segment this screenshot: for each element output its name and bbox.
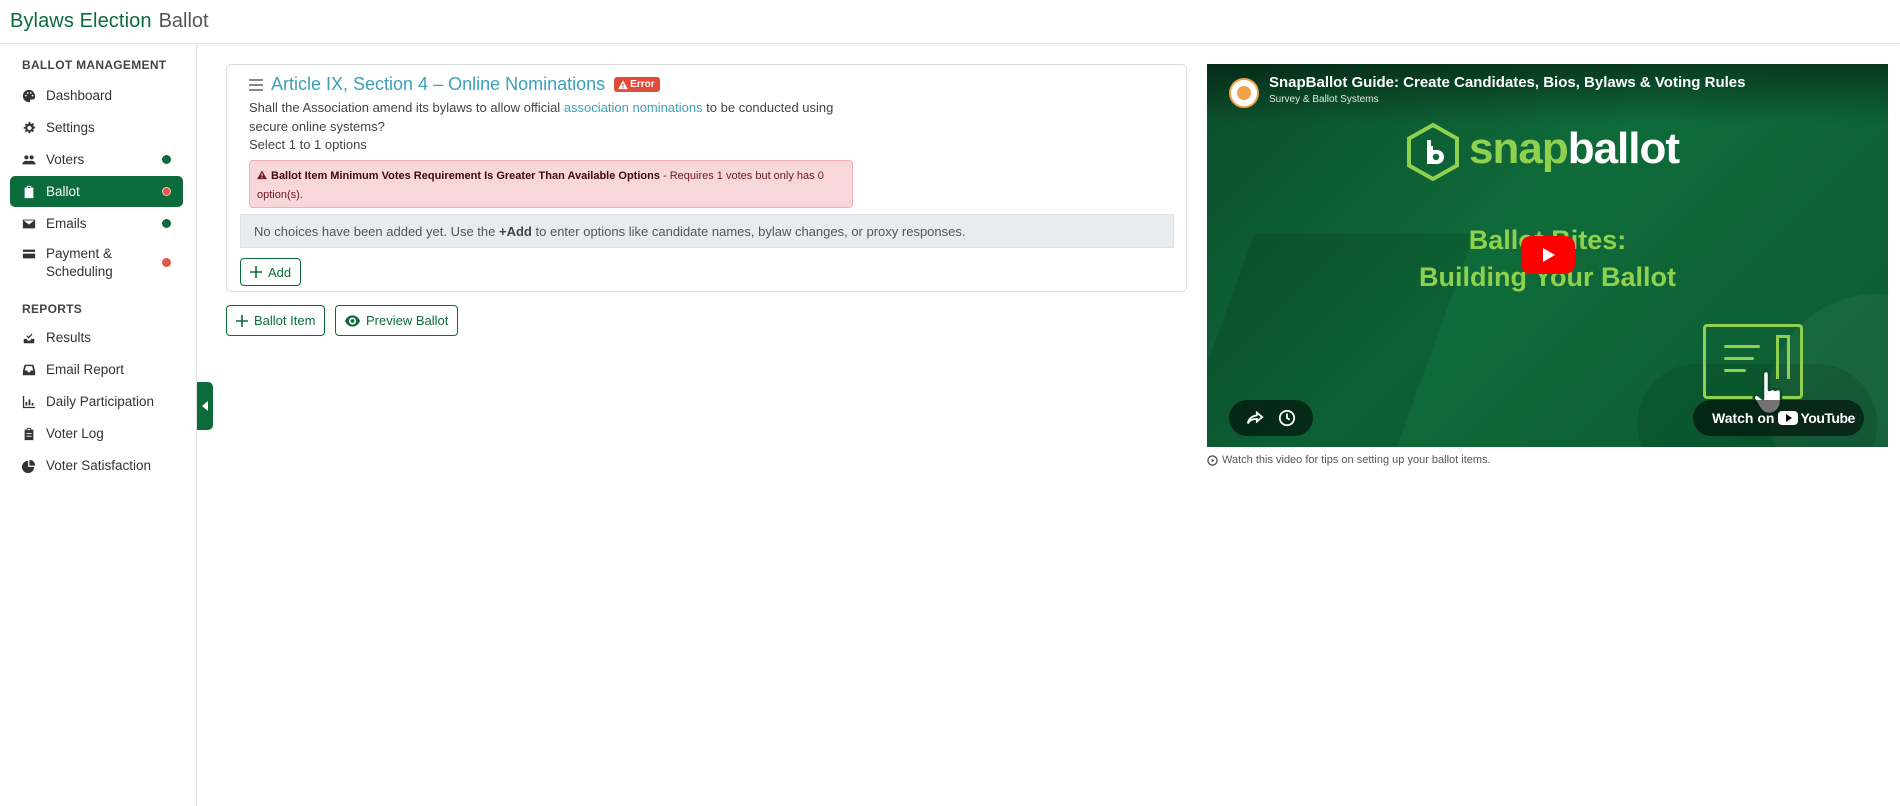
- sidebar-item-label: Daily Participation: [46, 394, 155, 409]
- plus-icon: [250, 266, 262, 278]
- sidebar-item-voter-satisfaction[interactable]: Voter Satisfaction: [10, 450, 183, 481]
- section-heading-reports: REPORTS: [22, 302, 83, 316]
- wordmark-snap: snap: [1469, 124, 1569, 173]
- sidebar-item-email-report[interactable]: Email Report: [10, 354, 183, 385]
- election-name[interactable]: Bylaws Election: [10, 10, 152, 33]
- plus-icon: [236, 314, 248, 327]
- empty-text-end: to enter options like candidate names, b…: [535, 223, 966, 239]
- question-link[interactable]: association nominations: [564, 100, 703, 115]
- eye-icon: [345, 314, 360, 327]
- inbox-check-icon: [22, 331, 36, 345]
- add-ballot-item-label: Ballot Item: [254, 313, 316, 328]
- caret-left-icon: [202, 401, 208, 411]
- watch-on-label: Watch on: [1712, 410, 1775, 426]
- gear-icon: [22, 121, 36, 135]
- snapballot-logo-icon: [1407, 122, 1459, 182]
- inbox-icon: [22, 363, 36, 377]
- youtube-logo-icon: YouTube: [1778, 410, 1855, 426]
- sidebar-item-label: Ballot: [46, 184, 80, 199]
- page-title: Ballot: [158, 10, 209, 32]
- add-option-button[interactable]: Add: [240, 258, 302, 286]
- selection-rule: Select 1 to 1 options: [249, 137, 367, 152]
- status-dot-voters: [162, 155, 171, 164]
- error-badge-label: Error: [630, 79, 655, 90]
- ballot-item-header: Article IX, Section 4 – Online Nominatio…: [249, 74, 660, 95]
- sidebar-item-emails[interactable]: Emails: [10, 208, 183, 239]
- sidebar-item-payment-scheduling[interactable]: Payment & Scheduling: [10, 240, 183, 284]
- sidebar-collapse-toggle[interactable]: [197, 382, 213, 430]
- share-icon[interactable]: [1246, 409, 1264, 427]
- status-dot-payment: [162, 258, 171, 267]
- channel-avatar[interactable]: [1229, 78, 1259, 108]
- sidebar-item-results[interactable]: Results: [10, 322, 183, 353]
- sidebar-item-label: Emails: [46, 216, 87, 231]
- drag-handle-icon[interactable]: [249, 78, 263, 91]
- youtube-wordmark: YouTube: [1800, 410, 1855, 426]
- alert-title: Ballot Item Minimum Votes Requirement Is…: [271, 170, 660, 182]
- sidebar-item-label: Email Report: [46, 362, 125, 377]
- clipboard-list-icon: [22, 427, 36, 441]
- add-ballot-item-button[interactable]: Ballot Item: [226, 305, 326, 336]
- video-embed[interactable]: SnapBallot Guide: Create Candidates, Bio…: [1207, 64, 1888, 447]
- play-circle-icon: [1207, 454, 1218, 466]
- sidebar-item-settings[interactable]: Settings: [10, 112, 183, 143]
- sidebar-item-label: Voter Satisfaction: [46, 458, 152, 473]
- sidebar: BALLOT MANAGEMENT Dashboard Settings Vot…: [0, 44, 197, 806]
- video-channel[interactable]: Survey & Ballot Systems: [1269, 94, 1378, 105]
- empty-text-start: No choices have been added yet. Use the: [254, 223, 496, 239]
- bar-chart-icon: [22, 395, 36, 409]
- credit-card-icon: [22, 247, 36, 261]
- sidebar-item-label: Settings: [46, 120, 95, 135]
- watch-later-icon[interactable]: [1278, 409, 1296, 427]
- ballot-item-card: Article IX, Section 4 – Online Nominatio…: [226, 64, 1187, 292]
- error-badge: Error: [614, 77, 660, 92]
- sidebar-item-label: Payment & Scheduling: [46, 246, 113, 279]
- play-icon: [1543, 248, 1555, 262]
- envelope-icon: [22, 217, 36, 231]
- video-title[interactable]: SnapBallot Guide: Create Candidates, Bio…: [1269, 74, 1745, 91]
- sidebar-item-voters[interactable]: Voters: [10, 144, 183, 175]
- ballot-item-title[interactable]: Article IX, Section 4 – Online Nominatio…: [271, 74, 605, 95]
- preview-ballot-button[interactable]: Preview Ballot: [335, 305, 459, 336]
- warning-icon: [257, 170, 267, 180]
- section-heading-ballot-management: BALLOT MANAGEMENT: [22, 58, 167, 72]
- clipboard-icon: [22, 185, 36, 199]
- question-text-start: Shall the Association amend its bylaws t…: [249, 100, 564, 115]
- error-alert: Ballot Item Minimum Votes Requirement Is…: [249, 160, 853, 208]
- watch-on-youtube-button[interactable]: Watch on YouTube: [1693, 400, 1864, 436]
- empty-choices-notice: No choices have been added yet. Use the …: [240, 214, 1174, 248]
- add-option-label: Add: [268, 264, 292, 280]
- play-button[interactable]: [1521, 236, 1575, 274]
- sidebar-item-label: Results: [46, 330, 92, 345]
- empty-text-add: +Add: [499, 223, 532, 239]
- sidebar-item-label: Voters: [46, 152, 85, 167]
- ballot-question: Shall the Association amend its bylaws t…: [249, 98, 849, 136]
- preview-ballot-label: Preview Ballot: [366, 313, 449, 328]
- pie-chart-icon: [22, 459, 36, 473]
- video-caption: Watch this video for tips on setting up …: [1207, 454, 1491, 466]
- video-controls: [1229, 400, 1313, 436]
- warning-icon: [618, 79, 629, 89]
- sidebar-item-daily-participation[interactable]: Daily Participation: [10, 386, 183, 417]
- sidebar-item-dashboard[interactable]: Dashboard: [10, 80, 183, 111]
- status-dot-ballot: [162, 187, 171, 196]
- top-bar: Bylaws Election Ballot: [0, 0, 1900, 44]
- palette-icon: [22, 89, 36, 103]
- status-dot-emails: [162, 219, 171, 228]
- snapballot-wordmark: snapballot: [1469, 124, 1680, 174]
- users-icon: [22, 153, 36, 167]
- video-caption-text: Watch this video for tips on setting up …: [1222, 454, 1491, 466]
- sidebar-item-label: Dashboard: [46, 88, 113, 103]
- sidebar-item-voter-log[interactable]: Voter Log: [10, 418, 183, 449]
- wordmark-ballot: ballot: [1567, 124, 1680, 173]
- sidebar-item-ballot[interactable]: Ballot: [10, 176, 183, 207]
- sidebar-item-label: Voter Log: [46, 426, 104, 441]
